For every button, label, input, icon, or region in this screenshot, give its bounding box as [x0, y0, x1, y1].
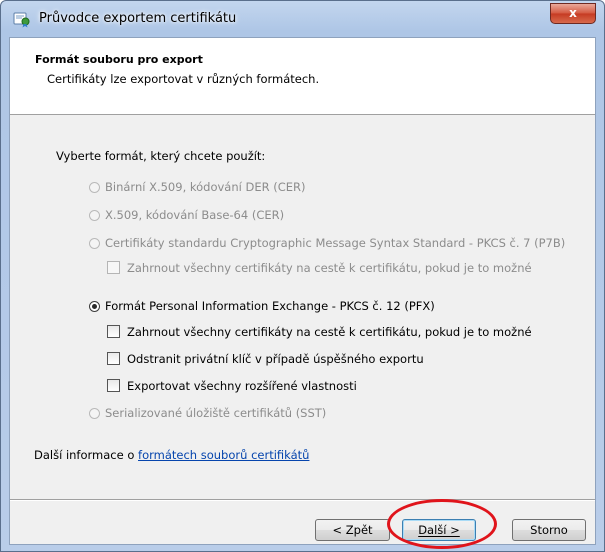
cert-formats-link[interactable]: formátech souborů certifikátů	[138, 448, 309, 462]
button-separator	[10, 499, 595, 501]
close-button[interactable]: x	[550, 3, 596, 24]
format-prompt: Vyberte formát, který chcete použít:	[56, 149, 266, 163]
checkbox-box[interactable]	[107, 261, 120, 274]
close-icon: x	[569, 6, 577, 20]
cancel-button[interactable]: Storno	[512, 519, 586, 541]
checkbox-box[interactable]	[107, 379, 120, 392]
radio-pfx[interactable]	[89, 301, 100, 312]
more-info-text: Další informace o	[34, 448, 139, 462]
option-pkcs7-label: Certifikáty standardu Cryptographic Mess…	[105, 236, 566, 250]
radio-sst[interactable]	[89, 408, 100, 419]
page-subtitle: Certifikáty lze exportovat v různých for…	[47, 72, 320, 86]
checkbox-pfx-include-chain-label: Zahrnout všechny certifikáty na cestě k …	[127, 325, 532, 339]
more-info: Další informace o formátech souborů cert…	[34, 448, 309, 462]
annotation-highlight-circle	[387, 499, 497, 549]
back-button-label: < Zpět	[332, 523, 373, 537]
checkbox-box[interactable]	[107, 325, 120, 338]
page-title: Formát souboru pro export	[35, 53, 203, 66]
certificate-wizard-icon	[13, 12, 30, 28]
wizard-client-area: Formát souboru pro export Certifikáty lz…	[9, 37, 596, 549]
wizard-content: Vyberte formát, který chcete použít: Bin…	[10, 115, 595, 499]
option-base64-label: X.509, kódování Base-64 (CER)	[105, 208, 285, 222]
checkbox-box[interactable]	[107, 352, 120, 365]
window-title: Průvodce exportem certifikátu	[39, 11, 237, 26]
option-sst-label: Serializované úložiště certifikátů (SST)	[105, 406, 327, 420]
checkbox-pfx-delete-key-label: Odstranit privátní klíč v případě úspěšn…	[127, 352, 424, 366]
radio-base64[interactable]	[89, 210, 100, 221]
radio-der[interactable]	[89, 182, 100, 193]
option-der-label: Binární X.509, kódování DER (CER)	[105, 180, 306, 194]
checkbox-pkcs7-include-chain-label: Zahrnout všechny certifikáty na cestě k …	[127, 261, 532, 275]
wizard-header: Formát souboru pro export Certifikáty lz…	[10, 38, 595, 115]
checkbox-pfx-export-properties-label: Exportovat všechny rozšířené vlastnosti	[127, 379, 357, 393]
title-bar[interactable]: Průvodce exportem certifikátu x	[1, 1, 604, 37]
export-wizard-window: Průvodce exportem certifikátu x Formát s…	[0, 0, 605, 552]
option-pfx-label: Formát Personal Information Exchange - P…	[105, 299, 435, 313]
radio-pkcs7[interactable]	[89, 238, 100, 249]
cancel-button-label: Storno	[530, 523, 568, 537]
back-button[interactable]: < Zpět	[315, 519, 390, 541]
